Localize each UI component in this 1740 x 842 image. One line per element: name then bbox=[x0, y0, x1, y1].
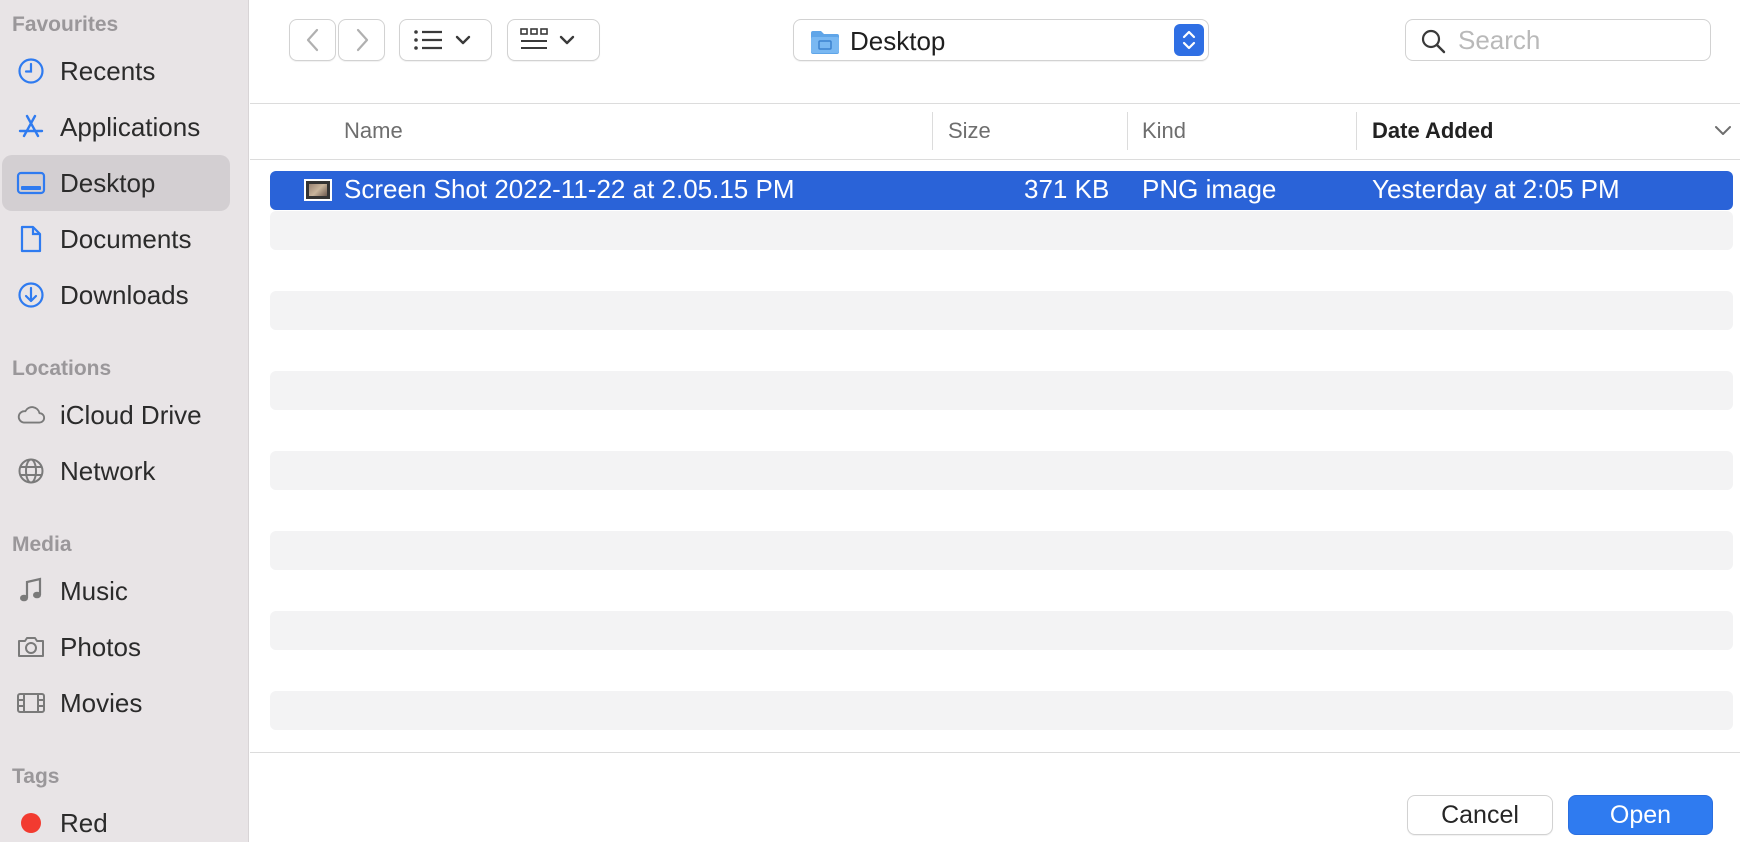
empty-row bbox=[270, 611, 1733, 650]
sort-descending-icon[interactable] bbox=[1714, 124, 1732, 142]
sidebar-item-label: Network bbox=[60, 455, 156, 486]
file-kind: PNG image bbox=[1142, 174, 1277, 204]
sidebar: Favourites Recents Applications Desktop … bbox=[0, 0, 249, 842]
sidebar-item-label: Desktop bbox=[60, 167, 156, 198]
location-label: Desktop bbox=[850, 26, 946, 56]
sidebar-item-label: iCloud Drive bbox=[60, 399, 202, 430]
file-row[interactable]: Screen Shot 2022-11-22 at 2.05.15 PM 371… bbox=[270, 171, 1733, 210]
sidebar-item-label: Applications bbox=[60, 111, 201, 142]
sidebar-item-movies[interactable]: Movies bbox=[0, 675, 228, 731]
search-icon bbox=[1420, 28, 1446, 59]
sidebar-item-music[interactable]: Music bbox=[0, 563, 228, 619]
section-title-locations: Locations bbox=[12, 357, 112, 380]
cancel-button[interactable]: Cancel bbox=[1407, 795, 1553, 835]
sidebar-item-photos[interactable]: Photos bbox=[0, 619, 228, 675]
column-header-date-added[interactable]: Date Added bbox=[1372, 118, 1493, 144]
sidebar-item-label: Movies bbox=[60, 687, 143, 718]
empty-row bbox=[270, 531, 1733, 570]
chevron-right-icon bbox=[356, 28, 368, 52]
empty-row bbox=[270, 691, 1733, 730]
music-note-icon bbox=[16, 576, 46, 606]
empty-row bbox=[270, 451, 1733, 490]
section-title-favourites: Favourites bbox=[12, 13, 119, 36]
sidebar-item-label: Documents bbox=[60, 223, 192, 254]
sidebar-item-network[interactable]: Network bbox=[0, 443, 228, 499]
sidebar-item-label: Music bbox=[60, 575, 128, 606]
sidebar-item-downloads[interactable]: Downloads bbox=[0, 267, 228, 323]
sidebar-item-desktop[interactable]: Desktop bbox=[2, 155, 230, 211]
sidebar-item-label: Recents bbox=[60, 55, 156, 86]
open-button[interactable]: Open bbox=[1568, 795, 1713, 835]
section-title-media: Media bbox=[12, 533, 72, 556]
desktop-icon bbox=[16, 168, 46, 198]
back-button[interactable] bbox=[289, 19, 336, 61]
toolbar: Desktop bbox=[250, 0, 1740, 104]
folder-icon bbox=[810, 29, 840, 60]
file-date-added: Yesterday at 2:05 PM bbox=[1372, 174, 1620, 204]
group-view-button[interactable] bbox=[507, 19, 600, 61]
file-name: Screen Shot 2022-11-22 at 2.05.15 PM bbox=[344, 174, 795, 204]
up-down-chevron-icon bbox=[1174, 24, 1204, 56]
grid-view-icon bbox=[519, 28, 574, 49]
document-icon bbox=[16, 224, 46, 254]
list-view-icon bbox=[413, 30, 470, 50]
forward-button[interactable] bbox=[338, 19, 385, 61]
sidebar-item-label: Downloads bbox=[60, 279, 189, 310]
clock-icon bbox=[16, 56, 46, 86]
search-field[interactable] bbox=[1405, 19, 1711, 61]
applications-icon bbox=[16, 112, 46, 142]
column-header-name[interactable]: Name bbox=[344, 118, 403, 144]
sidebar-item-tag-red[interactable]: Red bbox=[0, 795, 228, 842]
empty-row bbox=[270, 371, 1733, 410]
camera-icon bbox=[16, 632, 46, 662]
column-divider[interactable] bbox=[1356, 112, 1357, 150]
chevron-left-icon bbox=[306, 28, 318, 52]
empty-row bbox=[270, 211, 1733, 250]
sidebar-item-applications[interactable]: Applications bbox=[0, 99, 228, 155]
bottom-divider bbox=[250, 752, 1740, 753]
sidebar-item-documents[interactable]: Documents bbox=[0, 211, 228, 267]
sidebar-item-label: Red bbox=[60, 807, 108, 838]
globe-icon bbox=[16, 456, 46, 486]
column-headers: Name Size Kind Date Added bbox=[250, 104, 1740, 160]
location-popup[interactable]: Desktop bbox=[793, 19, 1209, 61]
search-input[interactable] bbox=[1458, 24, 1698, 56]
film-icon bbox=[16, 688, 46, 718]
section-title-tags: Tags bbox=[12, 765, 60, 788]
image-file-icon bbox=[304, 179, 332, 201]
sidebar-item-label: Photos bbox=[60, 631, 141, 662]
column-header-size[interactable]: Size bbox=[948, 118, 991, 144]
file-size: 371 KB bbox=[1024, 174, 1110, 204]
sidebar-item-icloud-drive[interactable]: iCloud Drive bbox=[0, 387, 228, 443]
column-divider[interactable] bbox=[932, 112, 933, 150]
column-divider[interactable] bbox=[1127, 112, 1128, 150]
column-header-kind[interactable]: Kind bbox=[1142, 118, 1186, 144]
download-icon bbox=[16, 280, 46, 310]
cloud-icon bbox=[16, 400, 46, 430]
sidebar-item-recents[interactable]: Recents bbox=[0, 43, 228, 99]
list-view-button[interactable] bbox=[399, 19, 492, 61]
red-tag-icon bbox=[16, 808, 46, 838]
empty-row bbox=[270, 291, 1733, 330]
